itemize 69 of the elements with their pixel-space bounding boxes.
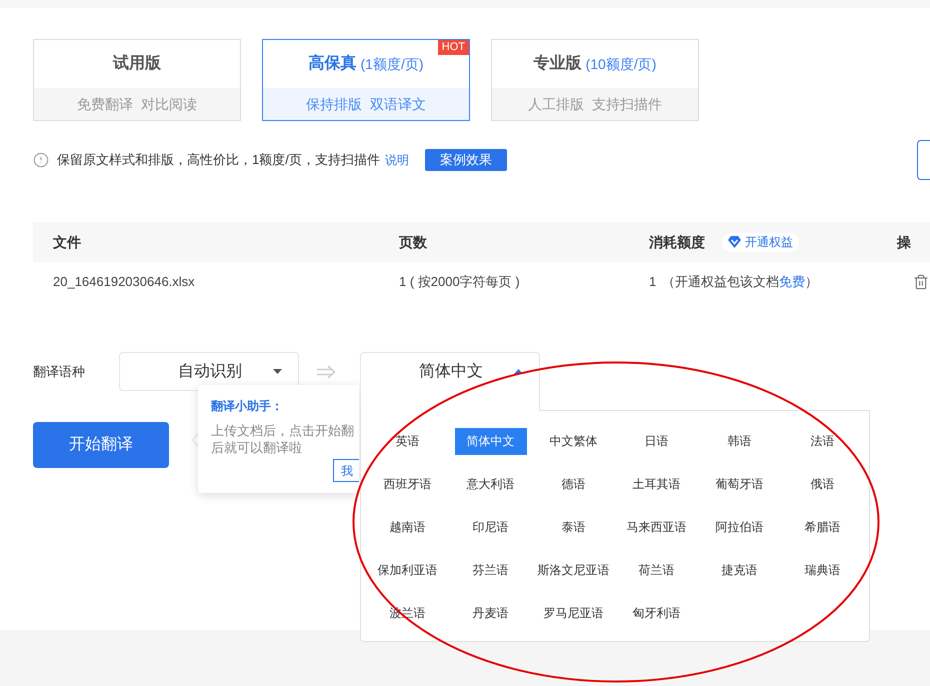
language-option[interactable]: 马来西亚语 [614, 514, 698, 541]
examples-button[interactable]: 案例效果 [424, 149, 507, 171]
language-label: 翻译语种 [33, 363, 86, 381]
language-option[interactable]: 越南语 [378, 514, 438, 541]
hot-badge: HOT [438, 40, 469, 55]
plan-title: 试用版 [113, 54, 161, 74]
language-option[interactable]: 匈牙利语 [620, 600, 692, 627]
plan-title: 专业版 [534, 53, 582, 74]
diamond-icon [728, 236, 741, 248]
column-header: 操 [897, 232, 911, 252]
explanation-link[interactable]: 说明 [384, 151, 409, 169]
plan-feature: 对比阅读 [141, 94, 197, 114]
language-option[interactable]: 葡萄牙语 [704, 471, 776, 498]
language-option[interactable]: 简体中文 [454, 428, 526, 455]
caret-icon [273, 369, 282, 374]
file-name-cell-text: 20_1646192030646.xlsx [53, 273, 195, 292]
plan-title: 高保真 [308, 53, 356, 74]
plan-feature: 保持排版 [306, 94, 362, 114]
upgrade-badge[interactable]: 开通权益 [722, 232, 799, 252]
plan-feature: 支持扫描件 [592, 94, 662, 114]
column-header: 文件 [53, 232, 81, 252]
got-it-button[interactable]: 我 [333, 459, 359, 482]
notice-text: 保留原文样式和排版，高性价比，1额度/页，支持扫描件 [57, 151, 380, 170]
plan-card[interactable]: 专业版 (10额度/页) 人工排版 支持扫描件 [491, 39, 699, 121]
plan-feature: 人工排版 [528, 94, 584, 114]
target-language-select[interactable]: 简体中文 [360, 352, 540, 411]
language-option[interactable]: 英语 [384, 428, 432, 455]
caret-icon [514, 369, 523, 374]
language-option[interactable]: 印尼语 [460, 514, 520, 541]
helper-title: 翻译小助手： [211, 398, 283, 414]
double-arrow-icon [316, 365, 336, 379]
cut-off-button[interactable] [917, 140, 930, 180]
language-option[interactable]: 俄语 [798, 471, 846, 498]
plan-feature: 免费翻译 [77, 94, 133, 114]
language-option[interactable]: 希腊语 [792, 514, 852, 541]
helper-text: 上传文档后，点击开始翻 后就可以翻译啦 [211, 422, 354, 456]
language-option[interactable]: 斯洛文尼亚语 [526, 557, 622, 584]
plan-card[interactable]: 高保真 (1额度/页) 保持排版 双语译文 HOT [262, 39, 470, 121]
start-translation-button[interactable]: 开始翻译 [33, 422, 169, 468]
info-icon [33, 152, 49, 168]
column-header: 消耗额度 [649, 232, 705, 252]
source-language-select[interactable]: 自动识别 [119, 352, 299, 391]
cost-value: 1 [649, 273, 656, 292]
language-option[interactable]: 日语 [632, 428, 680, 455]
language-option[interactable]: 荷兰语 [626, 557, 686, 584]
language-option[interactable]: 芬兰语 [460, 557, 520, 584]
language-option[interactable]: 土耳其语 [620, 471, 692, 498]
language-option[interactable]: 瑞典语 [792, 557, 852, 584]
language-option[interactable]: 罗马尼亚语 [532, 600, 616, 627]
language-option[interactable]: 德语 [550, 471, 598, 498]
plan-quota: (1额度/页) [360, 54, 424, 74]
plan-card[interactable]: 试用版 免费翻译 对比阅读 [33, 39, 241, 121]
language-option[interactable]: 保加利亚语 [366, 557, 450, 584]
language-option[interactable]: 韩语 [716, 428, 764, 455]
language-option[interactable]: 捷克语 [710, 557, 770, 584]
language-option[interactable]: 西班牙语 [372, 471, 444, 498]
page-count-cell-text: 1 ( 按2000字符每页 ) [399, 273, 520, 292]
language-option[interactable]: 阿拉伯语 [704, 514, 776, 541]
plan-quota: (10额度/页) [586, 54, 656, 74]
plan-feature: 双语译文 [370, 94, 426, 114]
column-header: 页数 [399, 232, 427, 252]
delete-icon[interactable] [913, 274, 929, 290]
language-option[interactable]: 泰语 [550, 514, 598, 541]
language-option[interactable]: 法语 [798, 428, 846, 455]
free-link[interactable]: 免费 [779, 274, 806, 290]
language-option[interactable]: 意大利语 [454, 471, 526, 498]
cost-note: （开通权益包该文档免费） [662, 273, 818, 292]
language-option[interactable]: 丹麦语 [460, 600, 520, 627]
language-option[interactable]: 中文繁体 [538, 428, 610, 455]
